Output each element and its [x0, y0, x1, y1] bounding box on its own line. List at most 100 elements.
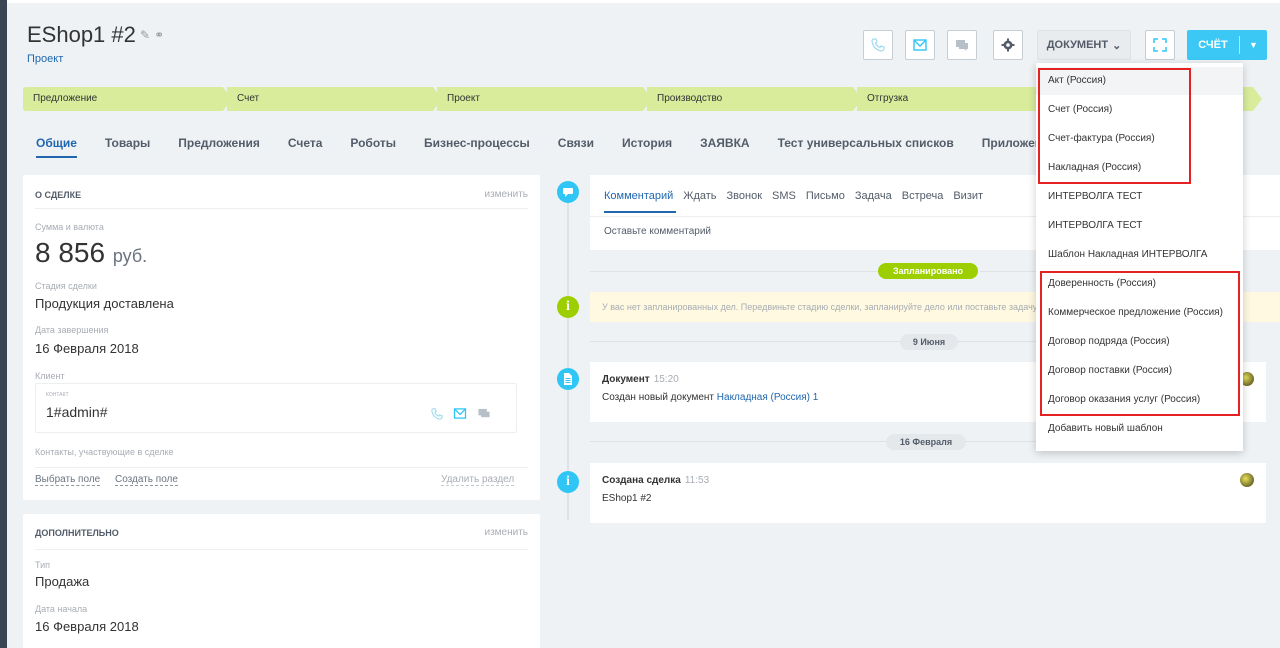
- composer-tab-email[interactable]: Письмо: [806, 190, 845, 202]
- deal-info-card: О СДЕЛКЕ изменить Сумма и валюта 8 856 р…: [23, 175, 540, 500]
- document-button-label: ДОКУМЕНТ: [1046, 39, 1109, 51]
- invoice-split-button[interactable]: СЧЁТ ▼: [1187, 30, 1267, 60]
- info-icon: i: [557, 471, 579, 493]
- composer-tab-task[interactable]: Задача: [855, 190, 892, 202]
- tab-quotes[interactable]: Предложения: [164, 128, 274, 158]
- contact-label: КОНТАКТ: [46, 392, 69, 398]
- timeline-item-created: Создана сделка 11:53 EShop1 #2: [590, 463, 1266, 523]
- divider: [590, 271, 880, 272]
- composer-tab-sms[interactable]: SMS: [772, 190, 796, 202]
- document-button[interactable]: ДОКУМЕНТ ⌄: [1037, 30, 1131, 60]
- tab-invoices[interactable]: Счета: [274, 128, 337, 158]
- email-button[interactable]: [905, 30, 935, 60]
- call-button[interactable]: [863, 30, 893, 60]
- tab-relations[interactable]: Связи: [544, 128, 608, 158]
- field-value: 16 Февраля 2018: [35, 619, 139, 634]
- tab-bar: Общие Товары Предложения Счета Роботы Би…: [22, 128, 1070, 158]
- item-time: 11:53: [684, 475, 710, 486]
- field-label: Контакты, участвующие в сделке: [35, 447, 174, 457]
- document-link[interactable]: Накладная (Россия) 1: [717, 392, 819, 403]
- chevron-down-icon: ⌄: [1112, 39, 1122, 52]
- item-time: 15:20: [653, 374, 679, 385]
- link-icon[interactable]: ⚭: [154, 28, 168, 42]
- item-title: Создана сделка 11:53: [602, 475, 710, 486]
- composer-tab-wait[interactable]: Ждать: [683, 190, 716, 202]
- left-sidebar-edge: [0, 0, 7, 648]
- menu-item-intervolga-test-2[interactable]: ИНТЕРВОЛГА ТЕСТ: [1048, 220, 1142, 231]
- create-field-link[interactable]: Создать поле: [115, 474, 178, 486]
- edit-link[interactable]: изменить: [484, 527, 528, 538]
- composer-tab-meeting[interactable]: Встреча: [902, 190, 944, 202]
- delete-section-link[interactable]: Удалить раздел: [441, 474, 515, 486]
- field-label: Стадия сделки: [35, 281, 97, 291]
- top-strip: [7, 0, 1280, 3]
- field-label: Тип: [35, 560, 51, 570]
- stage-item[interactable]: Счет: [227, 87, 442, 111]
- menu-item-intervolga-waybill-template[interactable]: Шаблон Накладная ИНТЕРВОЛГА: [1048, 249, 1207, 260]
- composer-tab-visit[interactable]: Визит: [953, 190, 983, 202]
- tab-business-processes[interactable]: Бизнес-процессы: [410, 128, 544, 158]
- comment-input[interactable]: Оставьте комментарий: [604, 226, 711, 237]
- card-title: ДОПОЛНИТЕЛЬНО: [35, 528, 119, 538]
- item-text: Создан новый документ Накладная (Россия)…: [602, 392, 819, 403]
- phone-icon[interactable]: [431, 408, 443, 420]
- contact-actions: [431, 408, 491, 420]
- deal-amount: 8 856 руб.: [35, 237, 147, 269]
- expand-button[interactable]: [1145, 30, 1175, 60]
- composer-tab-call[interactable]: Звонок: [727, 190, 763, 202]
- stage-item[interactable]: Проект: [437, 87, 652, 111]
- composer-tab-comment[interactable]: Комментарий: [604, 190, 673, 202]
- item-title: Документ 15:20: [602, 374, 679, 385]
- envelope-icon: [913, 39, 927, 51]
- chat-button[interactable]: [947, 30, 977, 60]
- settings-button[interactable]: [993, 30, 1023, 60]
- stage-item[interactable]: Предложение: [23, 87, 232, 111]
- select-field-link[interactable]: Выбрать поле: [35, 474, 101, 486]
- field-label: Дата начала: [35, 604, 88, 614]
- comment-icon: [557, 181, 579, 203]
- divider: [980, 271, 1036, 272]
- menu-item-intervolga-test[interactable]: ИНТЕРВОЛГА ТЕСТ: [1048, 191, 1142, 202]
- stage-item[interactable]: Производство: [647, 87, 862, 111]
- envelope-icon[interactable]: [453, 408, 467, 419]
- item-text: EShop1 #2: [602, 493, 652, 504]
- tab-history[interactable]: История: [608, 128, 686, 158]
- divider: [35, 467, 528, 468]
- date-separator: 9 Июня: [900, 334, 958, 350]
- gear-icon: [1001, 38, 1015, 52]
- phone-icon: [871, 38, 885, 52]
- caret-down-icon[interactable]: ▼: [1240, 40, 1267, 50]
- tab-robots[interactable]: Роботы: [336, 128, 410, 158]
- divider: [958, 341, 1036, 342]
- composer-tabs: Комментарий Ждать Звонок SMS Письмо Зада…: [604, 190, 983, 202]
- contact-box: КОНТАКТ 1#admin#: [35, 383, 517, 433]
- avatar: [1240, 473, 1254, 487]
- tab-products[interactable]: Товары: [91, 128, 164, 158]
- fullscreen-icon: [1153, 38, 1167, 52]
- chat-icon[interactable]: [477, 408, 491, 420]
- field-value: Продажа: [35, 574, 90, 589]
- date-separator: 16 Февраля: [886, 434, 966, 450]
- divider: [590, 341, 900, 342]
- page-title: EShop1 #2: [27, 22, 136, 47]
- title-actions: ✎⚭: [140, 28, 168, 42]
- divider: [35, 208, 528, 209]
- edit-link[interactable]: изменить: [484, 189, 528, 200]
- document-icon: [557, 368, 579, 390]
- contact-name[interactable]: 1#admin#: [46, 404, 108, 420]
- stage-item[interactable]: Отгрузка: [857, 87, 1046, 111]
- additional-info-card: ДОПОЛНИТЕЛЬНО изменить Тип Продажа Дата …: [23, 514, 540, 648]
- menu-item-add-template[interactable]: Добавить новый шаблон: [1048, 423, 1163, 434]
- field-value: 16 Февраля 2018: [35, 341, 139, 356]
- tab-request[interactable]: ЗАЯВКА: [686, 128, 763, 158]
- currency: руб.: [112, 246, 148, 266]
- highlight-box: [1038, 68, 1191, 184]
- field-value: Продукция доставлена: [35, 296, 174, 311]
- category-link[interactable]: Проект: [27, 53, 63, 65]
- pencil-icon[interactable]: ✎: [140, 28, 154, 42]
- field-label: Дата завершения: [35, 325, 109, 335]
- tab-universal-lists[interactable]: Тест универсальных списков: [764, 128, 968, 158]
- divider: [35, 549, 528, 550]
- tab-general[interactable]: Общие: [22, 128, 91, 158]
- divider: [966, 441, 1036, 442]
